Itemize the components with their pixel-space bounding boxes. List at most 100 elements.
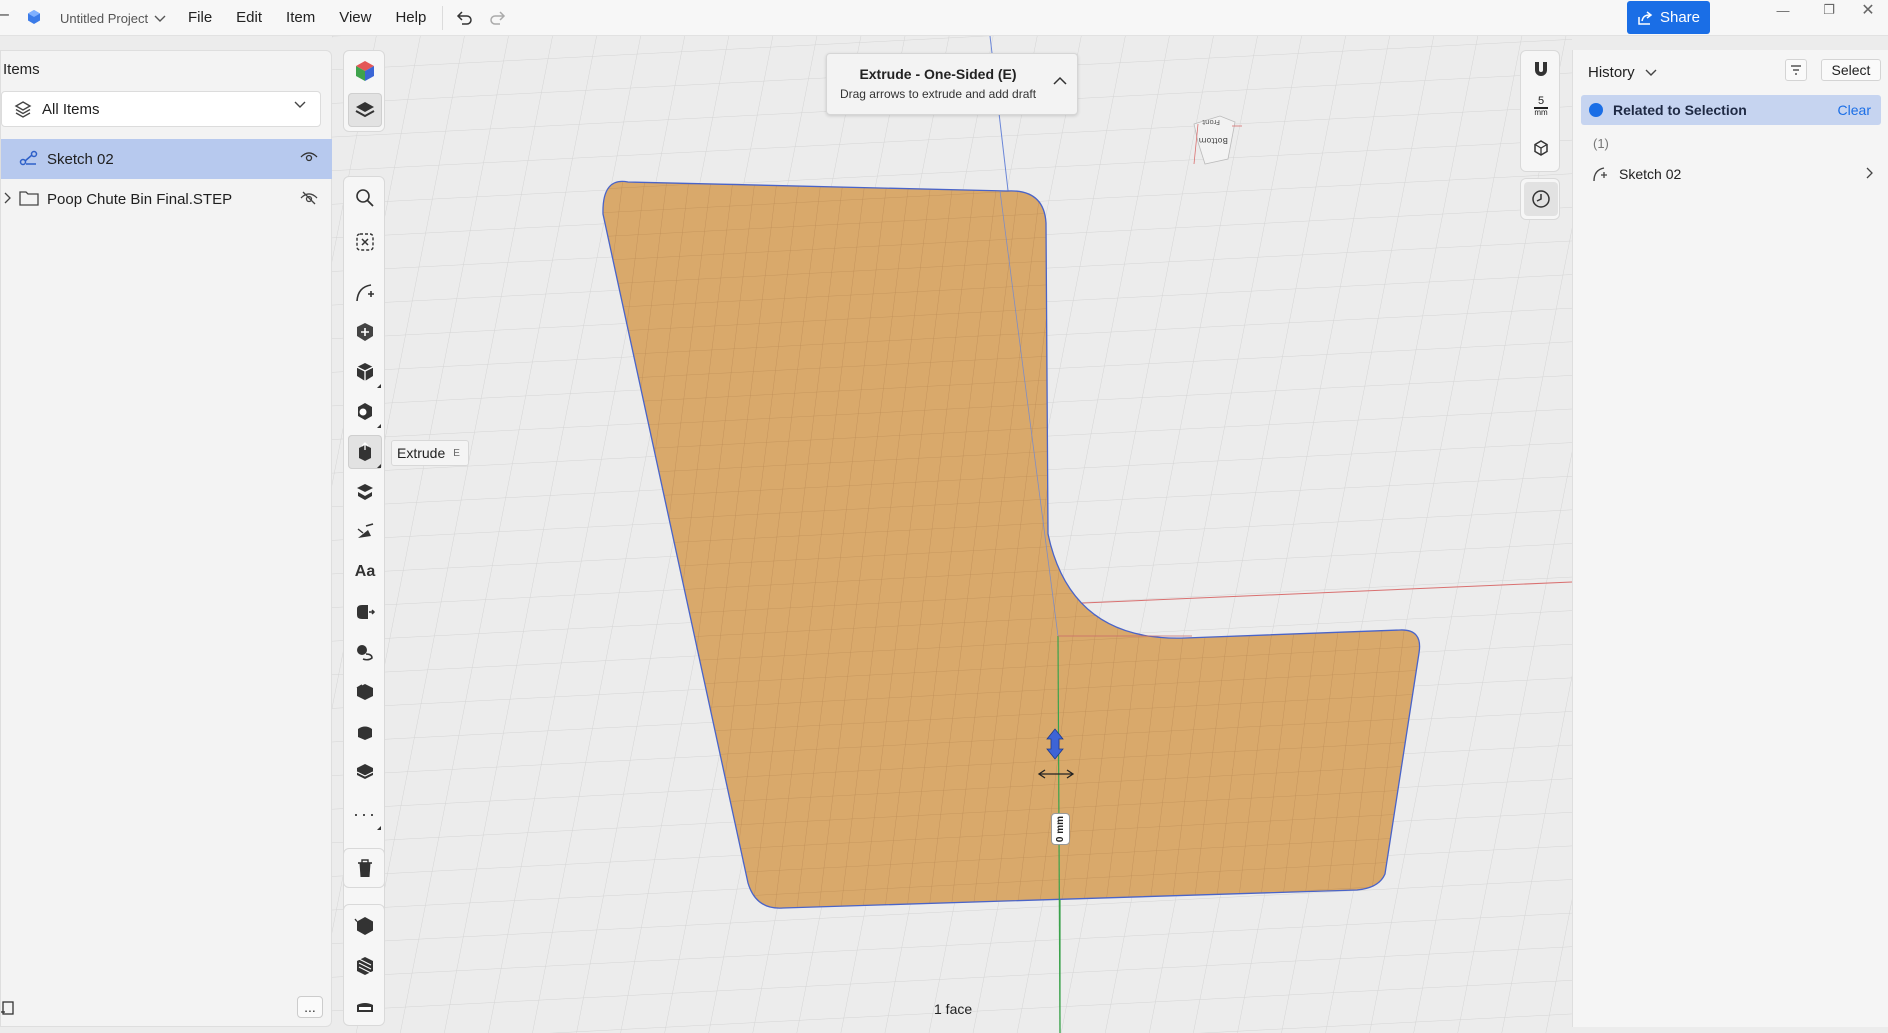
menu-item[interactable]: Item [274, 0, 327, 36]
history-strip [1520, 178, 1560, 220]
tool-group-export [343, 904, 385, 1026]
history-count: (1) [1593, 136, 1609, 151]
chevron-down-icon [1645, 69, 1657, 76]
snap-toggle[interactable] [1524, 53, 1558, 87]
menu-help[interactable]: Help [383, 0, 438, 36]
chevron-right-icon[interactable] [3, 192, 11, 204]
appearance-tool[interactable] [348, 54, 382, 88]
history-filter-button[interactable] [1785, 59, 1807, 81]
slicer-tool[interactable] [348, 949, 382, 983]
undo-button[interactable] [447, 0, 481, 36]
delete-tool[interactable] [348, 851, 382, 885]
share-icon [1638, 10, 1653, 25]
tool-group-delete [343, 848, 385, 888]
search-icon [356, 189, 374, 207]
tree-item-sketch-02[interactable]: Sketch 02 [1, 139, 332, 179]
menu-edit[interactable]: Edit [224, 0, 274, 36]
add-item-icon[interactable] [1, 1000, 15, 1016]
project-title-dropdown[interactable]: Untitled Project [60, 11, 166, 26]
related-to-selection-bar: Related to Selection Clear [1581, 95, 1881, 125]
trash-icon [358, 859, 372, 877]
scene-canvas[interactable]: Front Bottom [332, 36, 1572, 1033]
redo-icon [490, 11, 506, 25]
perspective-cube-icon [1534, 140, 1548, 156]
sketch-icon [19, 150, 38, 166]
menu-file[interactable]: File [176, 0, 224, 36]
folder-icon [19, 191, 39, 206]
extrude-tool[interactable] [348, 435, 382, 469]
box-tool[interactable] [348, 355, 382, 389]
loft-icon [356, 684, 373, 700]
view-options-strip: 5 mm [1520, 50, 1560, 172]
items-filter-label: All Items [42, 100, 100, 118]
snap-value: 5 [1537, 95, 1545, 107]
fillet-icon [358, 726, 372, 740]
search-tool[interactable] [348, 181, 382, 215]
eye-icon[interactable] [300, 151, 318, 163]
chevron-right-icon[interactable] [1865, 167, 1873, 179]
menu-bar: File Edit Item View Help [176, 0, 515, 36]
more-tools-button[interactable]: ··· [348, 797, 382, 831]
layers-stack-icon [355, 102, 375, 118]
close-icon[interactable]: ✕ [1845, 0, 1888, 20]
print-tool[interactable] [348, 989, 382, 1023]
primitive-tool[interactable] [348, 315, 382, 349]
history-label: History [1588, 64, 1635, 81]
history-toggle[interactable] [1524, 182, 1558, 216]
share-button[interactable]: Share [1627, 1, 1710, 34]
clear-button[interactable]: Clear [1838, 102, 1871, 118]
extrude-tooltip: Extrude E [391, 440, 469, 466]
extrude-distance-label[interactable]: 0 mm [1051, 813, 1070, 845]
minimize-icon[interactable]: — [1760, 0, 1806, 20]
menu-view[interactable]: View [327, 0, 383, 36]
snap-unit: mm [1534, 107, 1548, 117]
view-cube-face-bottom[interactable]: Bottom [1198, 136, 1228, 145]
layers-tool[interactable] [348, 93, 382, 127]
revolve-tool[interactable] [348, 635, 382, 669]
eye-hidden-icon[interactable] [300, 191, 318, 205]
sweep-tool[interactable] [348, 595, 382, 629]
cube-plus-icon [357, 323, 373, 341]
3d-viewport[interactable]: Front Bottom [332, 36, 1572, 1033]
boolean-tool[interactable] [348, 395, 382, 429]
text-aa-icon: Aa [354, 563, 376, 580]
cut-tool[interactable] [348, 515, 382, 549]
filter-icon [1791, 65, 1801, 75]
tooltip-shortcut: E [453, 447, 460, 459]
revolve-icon [357, 645, 373, 661]
sketch-curve-icon [1593, 167, 1607, 182]
fillet-tool[interactable] [348, 715, 382, 749]
operation-title: Extrude - One-Sided (E) [859, 66, 1017, 82]
chamfer-tool[interactable] [348, 755, 382, 789]
loft-tool[interactable] [348, 675, 382, 709]
print-layers-icon [357, 957, 373, 975]
history-item-sketch-02[interactable]: Sketch 02 [1581, 160, 1881, 188]
history-panel: History Select Related to Selection Clea… [1572, 50, 1888, 1027]
render-tool[interactable] [348, 909, 382, 943]
shell-tool[interactable] [348, 475, 382, 509]
select-button[interactable]: Select [1821, 59, 1881, 81]
share-label: Share [1659, 9, 1701, 26]
history-item-label: Sketch 02 [1619, 166, 1682, 182]
chevron-down-icon [154, 15, 166, 22]
shell-icon [357, 484, 373, 500]
boolean-icon [358, 403, 372, 420]
tree-item-step-file[interactable]: Poop Chute Bin Final.STEP [1, 179, 332, 219]
more-options-button[interactable]: ... [297, 996, 323, 1018]
items-filter-dropdown[interactable]: All Items [1, 91, 321, 127]
deselect-tool[interactable] [348, 225, 382, 259]
sketch-tool[interactable] [348, 275, 382, 309]
redo-button[interactable] [481, 0, 515, 36]
view-mode-toggle[interactable] [1524, 131, 1558, 165]
history-dropdown[interactable]: History [1588, 64, 1657, 81]
text-tool[interactable]: Aa [348, 555, 382, 589]
box-icon [356, 363, 374, 381]
selection-status: 1 face [934, 1001, 973, 1017]
more-dots-icon: ··· [353, 804, 377, 824]
collapse-menu-icon[interactable]: – [0, 6, 9, 24]
chevron-up-icon[interactable] [1053, 76, 1067, 85]
view-cube-face-front[interactable]: Front [1202, 118, 1220, 126]
project-title: Untitled Project [60, 11, 149, 26]
snap-increment[interactable]: 5 mm [1524, 89, 1558, 123]
tree-item-label: Sketch 02 [47, 150, 114, 168]
